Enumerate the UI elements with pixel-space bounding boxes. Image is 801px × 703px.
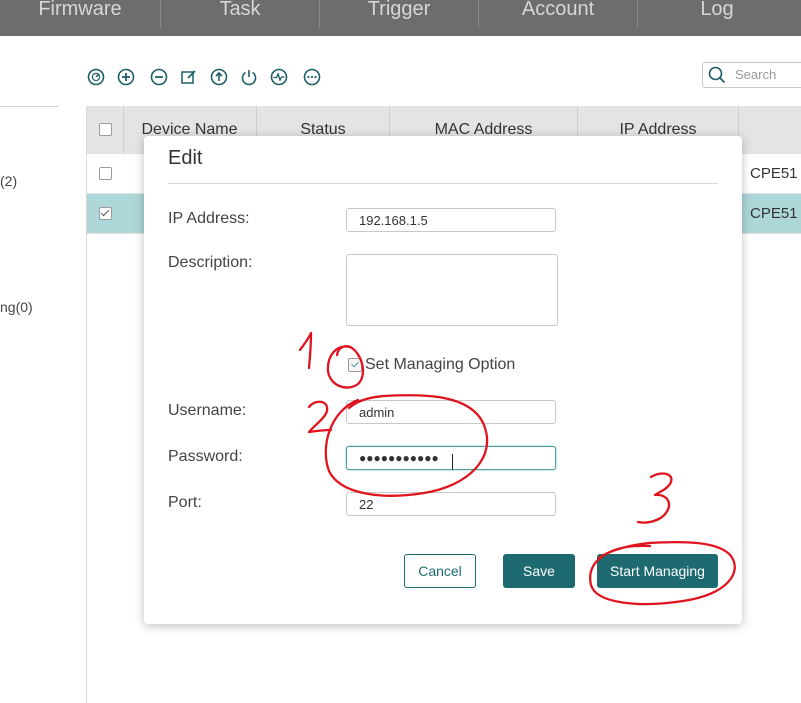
port-label: Port: xyxy=(168,494,202,511)
activity-icon[interactable] xyxy=(270,68,288,86)
save-button[interactable]: Save xyxy=(503,554,575,588)
managing-option-label: Set Managing Option xyxy=(365,356,516,373)
left-panel-divider xyxy=(0,106,58,107)
tab-account[interactable]: Account xyxy=(479,0,637,36)
managing-option-checkbox[interactable] xyxy=(348,358,362,372)
upload-icon[interactable] xyxy=(210,68,228,86)
row-checkbox[interactable] xyxy=(99,167,112,180)
minus-circle-icon[interactable] xyxy=(150,68,168,86)
top-nav: Firmware Task Trigger Account Log xyxy=(0,0,801,36)
username-label: Username: xyxy=(168,402,247,419)
ip-address-label: IP Address: xyxy=(168,210,250,227)
tab-firmware[interactable]: Firmware xyxy=(0,0,160,36)
text-cursor xyxy=(452,454,453,470)
edit-icon[interactable] xyxy=(180,68,198,86)
tab-trigger[interactable]: Trigger xyxy=(320,0,478,36)
gauge-icon[interactable] xyxy=(87,68,105,86)
tab-task[interactable]: Task xyxy=(161,0,319,36)
description-input[interactable] xyxy=(346,254,558,326)
dialog-divider xyxy=(168,183,718,184)
tab-log[interactable]: Log xyxy=(638,0,796,36)
cancel-button[interactable]: Cancel xyxy=(404,554,476,588)
search-icon xyxy=(708,66,726,84)
ip-address-input[interactable] xyxy=(346,208,556,232)
search-input[interactable] xyxy=(735,65,801,83)
more-icon[interactable] xyxy=(303,68,321,86)
power-icon[interactable] xyxy=(240,68,258,86)
port-input[interactable] xyxy=(346,492,556,516)
username-input[interactable] xyxy=(346,400,556,424)
select-all-checkbox[interactable] xyxy=(99,123,112,136)
password-input[interactable] xyxy=(346,446,556,470)
plus-circle-icon[interactable] xyxy=(117,68,135,86)
row-model: CPE51 xyxy=(750,165,798,182)
dialog-title: Edit xyxy=(168,147,203,169)
password-label: Password: xyxy=(168,448,243,465)
description-label: Description: xyxy=(168,254,253,271)
search-box[interactable] xyxy=(702,62,801,88)
row-model: CPE51 xyxy=(750,205,798,222)
row-checkbox[interactable] xyxy=(99,207,112,220)
left-panel-item-count[interactable]: (2) xyxy=(0,173,17,189)
edit-dialog: Edit IP Address: Description: Set Managi… xyxy=(144,136,742,624)
start-managing-button[interactable]: Start Managing xyxy=(597,554,718,588)
left-panel-item-managing[interactable]: ng(0) xyxy=(0,299,33,315)
